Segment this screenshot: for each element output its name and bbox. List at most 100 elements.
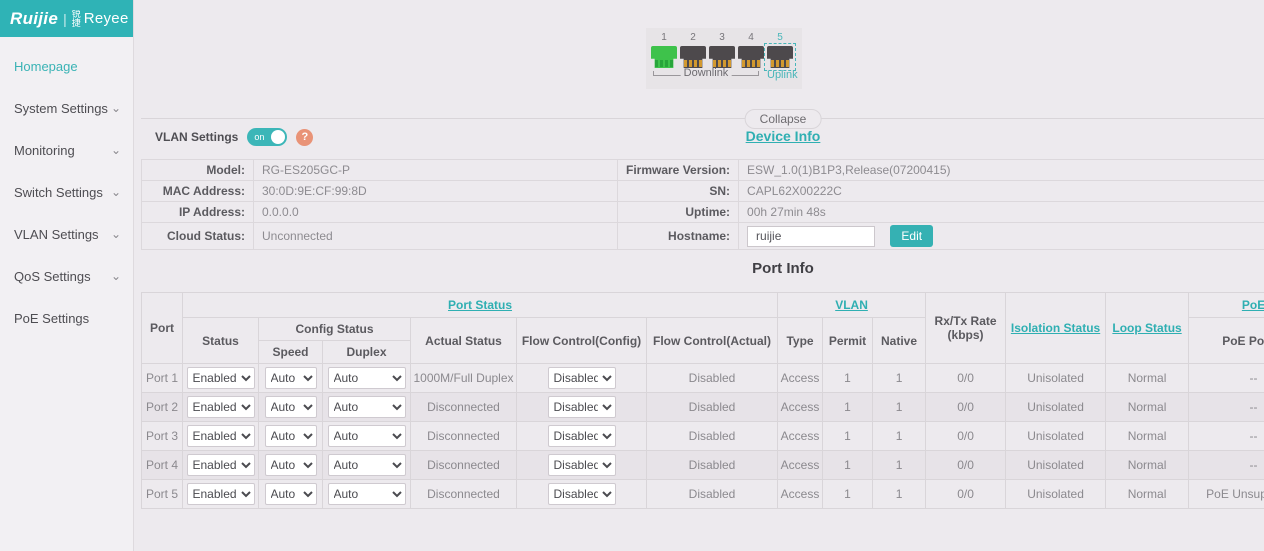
sidebar-item-label: Homepage xyxy=(14,59,78,74)
collapse-button[interactable]: Collapse xyxy=(745,109,822,129)
port-icon[interactable]: 3 xyxy=(709,32,735,68)
edit-button[interactable]: Edit xyxy=(890,225,933,247)
col-header-native: Native xyxy=(873,318,926,364)
flow-control-select[interactable]: Disabled xyxy=(548,396,616,418)
vlan-settings-toggle[interactable]: on xyxy=(247,128,287,146)
loop-status-cell: Normal xyxy=(1106,480,1189,509)
isolation-status-link[interactable]: Isolation Status xyxy=(1011,321,1100,335)
rj45-port-icon xyxy=(709,46,735,68)
sidebar-item-poe-settings[interactable]: PoE Settings xyxy=(0,297,133,339)
speed-select[interactable]: Auto xyxy=(265,396,317,418)
duplex-select[interactable]: Auto xyxy=(328,396,406,418)
rj45-port-icon xyxy=(651,46,677,68)
port-number: 1 xyxy=(651,32,677,43)
col-header-rate: Rx/Tx Rate (kbps) xyxy=(926,293,1006,364)
loop-status-link[interactable]: Loop Status xyxy=(1112,321,1181,335)
flow-control-select[interactable]: Disabled xyxy=(548,425,616,447)
mac-label: MAC Address: xyxy=(142,181,254,202)
flow-control-select[interactable]: Disabled xyxy=(548,367,616,389)
col-header-status: Status xyxy=(183,318,259,364)
uplink-label: Uplink xyxy=(767,69,797,81)
vlan-type-cell: Access xyxy=(778,364,823,393)
speed-select[interactable]: Auto xyxy=(265,367,317,389)
vlan-native-cell: 1 xyxy=(873,480,926,509)
port-icon[interactable]: 5 xyxy=(767,32,793,68)
cloud-status-label: Cloud Status: xyxy=(142,223,254,250)
loop-status-cell: Normal xyxy=(1106,422,1189,451)
port-cell: Port 2 xyxy=(142,393,183,422)
port-table-body: Port 1EnabledAutoAuto1000M/Full DuplexDi… xyxy=(142,364,1264,509)
sidebar-item-monitoring[interactable]: Monitoring ⌄ xyxy=(0,129,133,171)
status-select[interactable]: Enabled xyxy=(187,483,255,505)
port-cell: Port 4 xyxy=(142,451,183,480)
ruijie-logo-text: Ruijie xyxy=(10,9,58,29)
port-icon[interactable]: 4 xyxy=(738,32,764,68)
col-header-poe-power: PoE Power xyxy=(1189,318,1264,364)
duplex-select[interactable]: Auto xyxy=(328,425,406,447)
rate-cell: 0/0 xyxy=(926,480,1006,509)
duplex-select[interactable]: Auto xyxy=(328,367,406,389)
status-select[interactable]: Enabled xyxy=(187,367,255,389)
chevron-down-icon: ⌄ xyxy=(111,229,121,239)
rate-cell: 0/0 xyxy=(926,393,1006,422)
port-number: 3 xyxy=(709,32,735,43)
sidebar-item-switch-settings[interactable]: Switch Settings⌄ xyxy=(0,171,133,213)
flow-control-actual-cell: Disabled xyxy=(647,480,778,509)
vlan-link[interactable]: VLAN xyxy=(835,298,868,312)
flow-control-select[interactable]: Disabled xyxy=(548,483,616,505)
brand-separator: | xyxy=(63,11,67,27)
poe-power-cell: -- xyxy=(1189,364,1264,393)
rate-cell: 0/0 xyxy=(926,364,1006,393)
table-row: Port 5EnabledAutoAutoDisconnectedDisable… xyxy=(142,480,1264,509)
sidebar-item-vlan-settings[interactable]: VLAN Settings⌄ xyxy=(0,213,133,255)
port-diagram-panel: 12345 Downlink Uplink xyxy=(646,28,802,89)
flow-control-select[interactable]: Disabled xyxy=(548,454,616,476)
downlink-label: Downlink xyxy=(681,68,732,79)
table-row: MAC Address: 30:0D:9E:CF:99:8D SN: CAPL6… xyxy=(142,181,1264,202)
status-select[interactable]: Enabled xyxy=(187,425,255,447)
sidebar-item-label: Monitoring xyxy=(14,143,75,158)
speed-select[interactable]: Auto xyxy=(265,483,317,505)
port-info-title: Port Info xyxy=(752,260,814,277)
vlan-native-cell: 1 xyxy=(873,364,926,393)
duplex-select[interactable]: Auto xyxy=(328,454,406,476)
reyee-cn-logo-text: 锐捷 xyxy=(72,10,83,28)
port-number: 2 xyxy=(680,32,706,43)
port-cell: Port 5 xyxy=(142,480,183,509)
ports-row: 12345 xyxy=(651,32,797,68)
port-icon[interactable]: 1 xyxy=(651,32,677,68)
sidebar-item-qos-settings[interactable]: QoS Settings⌄ xyxy=(0,255,133,297)
vlan-type-cell: Access xyxy=(778,480,823,509)
sidebar-item-system-settings[interactable]: System Settings⌄ xyxy=(0,87,133,129)
chevron-down-icon: ⌄ xyxy=(111,187,121,197)
mac-value: 30:0D:9E:CF:99:8D xyxy=(254,181,618,202)
device-info-link[interactable]: Device Info xyxy=(746,128,821,144)
status-select[interactable]: Enabled xyxy=(187,396,255,418)
rate-cell: 0/0 xyxy=(926,451,1006,480)
sidebar-item-homepage[interactable]: Homepage xyxy=(0,45,133,87)
port-status-link[interactable]: Port Status xyxy=(448,298,512,312)
status-select[interactable]: Enabled xyxy=(187,454,255,476)
help-icon[interactable]: ? xyxy=(296,129,313,146)
sidebar-nav: HomepageSystem Settings⌄Monitoring⌄Switc… xyxy=(0,37,133,339)
table-row: Port 3EnabledAutoAutoDisconnectedDisable… xyxy=(142,422,1264,451)
ip-label: IP Address: xyxy=(142,202,254,223)
duplex-select[interactable]: Auto xyxy=(328,483,406,505)
chevron-down-icon: ⌄ xyxy=(111,271,121,281)
vlan-permit-cell: 1 xyxy=(823,364,873,393)
vlan-native-cell: 1 xyxy=(873,451,926,480)
speed-select[interactable]: Auto xyxy=(265,454,317,476)
vlan-permit-cell: 1 xyxy=(823,422,873,451)
actual-status-cell: Disconnected xyxy=(411,451,517,480)
hostname-input[interactable] xyxy=(747,226,875,247)
speed-select[interactable]: Auto xyxy=(265,425,317,447)
rj45-port-icon xyxy=(680,46,706,68)
port-icon[interactable]: 2 xyxy=(680,32,706,68)
table-row: Port 4EnabledAutoAutoDisconnectedDisable… xyxy=(142,451,1264,480)
hostname-label: Hostname: xyxy=(618,223,739,250)
poe-link[interactable]: PoE xyxy=(1242,298,1264,312)
poe-power-cell: -- xyxy=(1189,422,1264,451)
chevron-down-icon: ⌄ xyxy=(111,145,121,155)
table-row: Port 1EnabledAutoAuto1000M/Full DuplexDi… xyxy=(142,364,1264,393)
port-number: 4 xyxy=(738,32,764,43)
